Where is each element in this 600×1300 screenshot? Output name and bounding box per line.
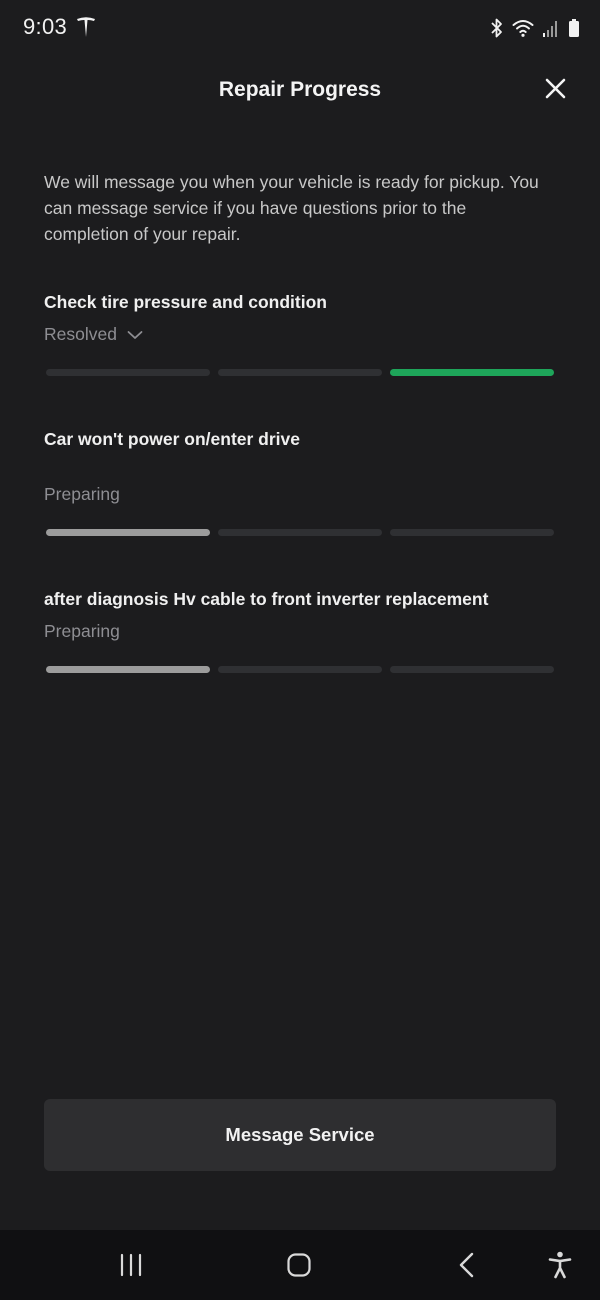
- navigation-bar: [0, 1230, 600, 1300]
- close-icon: [545, 78, 566, 99]
- status-toggle[interactable]: Resolved: [44, 324, 143, 345]
- repair-item-status-label: Preparing: [44, 621, 120, 641]
- tesla-logo-icon: [77, 17, 95, 37]
- home-button[interactable]: [282, 1248, 316, 1282]
- progress-segment: [390, 529, 554, 536]
- accessibility-icon: [548, 1251, 572, 1279]
- wifi-icon: [512, 20, 534, 37]
- back-icon: [459, 1252, 474, 1278]
- close-button[interactable]: [538, 72, 572, 106]
- progress-bar: [46, 666, 554, 673]
- recent-apps-icon: [120, 1253, 142, 1277]
- progress-segment-active: [390, 369, 554, 376]
- bluetooth-icon: [491, 18, 502, 38]
- recent-apps-button[interactable]: [114, 1248, 148, 1282]
- repair-item-title: Check tire pressure and condition: [44, 292, 327, 312]
- progress-bar: [46, 369, 554, 376]
- page-title: Repair Progress: [218, 78, 382, 101]
- repair-item-status: Resolved: [44, 324, 117, 344]
- progress-segment-active: [46, 529, 210, 536]
- battery-icon: [569, 19, 579, 37]
- repair-item-title: Car won't power on/enter drive: [44, 429, 301, 449]
- message-service-button[interactable]: Message Service: [44, 1099, 556, 1171]
- progress-segment: [218, 666, 382, 673]
- repair-item: Check tire pressure and condition Resolv…: [44, 292, 556, 382]
- accessibility-button[interactable]: [543, 1248, 577, 1282]
- status-bar: 9:03: [0, 0, 600, 56]
- home-icon: [287, 1253, 311, 1277]
- back-button[interactable]: [450, 1248, 484, 1282]
- progress-segment: [390, 666, 554, 673]
- progress-segment: [218, 369, 382, 376]
- repair-item-status-label: Preparing: [44, 484, 120, 504]
- progress-segment-active: [46, 666, 210, 673]
- signal-icon: [543, 21, 557, 37]
- repair-item-status: Preparing: [44, 621, 120, 642]
- repair-item-title: after diagnosis Hv cable to front invert…: [44, 589, 489, 609]
- repair-item-status: Preparing: [44, 484, 120, 505]
- status-icons: [490, 16, 580, 40]
- status-time: 9:03: [23, 14, 68, 39]
- repair-item: Car won't power on/enter drive Preparing: [44, 429, 556, 539]
- intro-text: We will message you when your vehicle is…: [44, 172, 539, 244]
- repair-item: after diagnosis Hv cable to front invert…: [44, 589, 556, 679]
- progress-bar: [46, 529, 554, 536]
- chevron-down-icon: [127, 330, 143, 339]
- progress-segment: [218, 529, 382, 536]
- progress-segment: [46, 369, 210, 376]
